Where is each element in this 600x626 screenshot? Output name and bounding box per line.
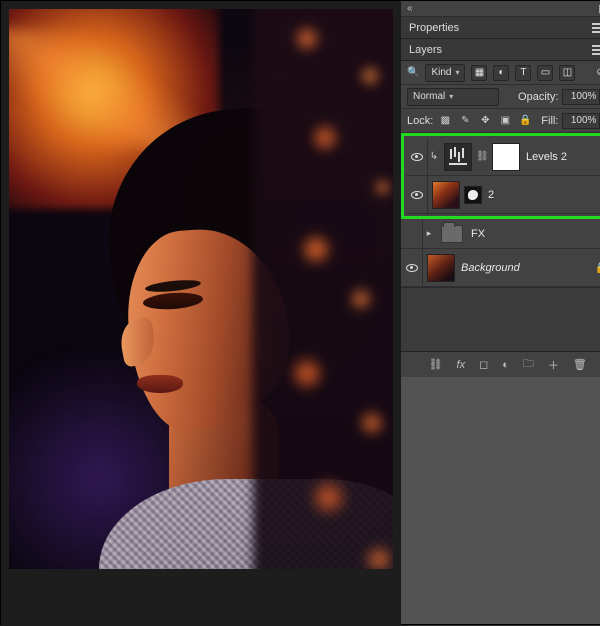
eye-icon (411, 191, 423, 199)
panel-tabbar: « ▤ (401, 1, 600, 17)
chevron-down-icon: ▾ (449, 92, 453, 101)
layer-name-label[interactable]: Levels 2 (526, 151, 567, 163)
add-mask-icon[interactable]: ◻ (479, 358, 488, 371)
layer-row-fx-group[interactable]: ▸ FX (401, 219, 600, 249)
lock-position-icon[interactable]: ✥ (477, 113, 493, 129)
folder-icon (441, 225, 463, 243)
clip-indicator-icon: ↳ (428, 149, 440, 165)
layer-visibility-toggle[interactable] (406, 176, 428, 213)
blend-row: Normal ▾ Opacity: 100% ▾ (401, 85, 600, 109)
lock-artboard-icon[interactable]: ▣ (497, 113, 513, 129)
lock-transparency-icon[interactable]: ▩ (437, 113, 453, 129)
layer-name-label[interactable]: Background (461, 262, 520, 274)
new-adjustment-icon[interactable]: ◐ (502, 359, 509, 371)
layer-filter-kind-select[interactable]: Kind ▾ (425, 64, 465, 82)
document-canvas[interactable] (9, 9, 393, 569)
group-disclosure-icon[interactable]: ▸ (423, 228, 435, 239)
eye-icon (411, 153, 423, 161)
fill-label: Fill: (541, 115, 558, 127)
chevron-down-icon: ▾ (455, 68, 459, 77)
layer-row-2[interactable]: 2 (406, 176, 600, 214)
layer-effects-icon[interactable]: fx (457, 359, 466, 371)
layer-filter-row: 🔍 Kind ▾ ▦ ◐ T ▭ ◫ ⊘ (401, 61, 600, 85)
layers-footer: ⛓ fx ◻ ◐ 🗀 ＋ 🗑 (401, 351, 600, 377)
layers-panel-header[interactable]: Layers (401, 39, 600, 61)
filter-type-icon[interactable]: T (515, 65, 531, 81)
eye-icon (406, 264, 418, 272)
filter-smartobject-icon[interactable]: ◫ (559, 65, 575, 81)
link-mask-icon[interactable]: ⛓ (476, 151, 488, 162)
delete-layer-icon[interactable]: 🗑 (573, 358, 587, 371)
opacity-label: Opacity: (518, 91, 558, 103)
layers-panel-title: Layers (409, 44, 442, 56)
layer-visibility-toggle[interactable] (406, 138, 428, 175)
layer-visibility-toggle[interactable] (401, 219, 423, 248)
blend-mode-select[interactable]: Normal ▾ (407, 88, 499, 106)
layer-thumb[interactable] (427, 254, 455, 282)
opacity-input[interactable]: 100% (562, 89, 600, 105)
panel-dock: « ▤ Properties Layers 🔍 Kind ▾ ▦ ◐ T ▭ ◫… (401, 1, 600, 624)
layer-name-label[interactable]: 2 (488, 189, 494, 201)
new-group-icon[interactable]: 🗀 (523, 355, 534, 374)
filter-search-icon: 🔍 (407, 67, 419, 78)
collapse-panel-icon[interactable]: « (407, 3, 413, 14)
blend-mode-value: Normal (413, 91, 445, 102)
layers-empty-area[interactable] (401, 287, 600, 351)
document-viewport[interactable] (1, 1, 401, 626)
properties-panel-header[interactable]: Properties (401, 17, 600, 39)
layer-row-levels2[interactable]: ↳ ⛓ Levels 2 (406, 138, 600, 176)
dock-empty-area (401, 377, 600, 624)
lock-all-icon[interactable]: 🔒 (517, 113, 533, 129)
layer-thumb[interactable] (432, 181, 460, 209)
layers-list[interactable]: ↳ ⛓ Levels 2 2 ▸ FX Background 🔒 (401, 133, 600, 351)
adjustment-thumb-icon[interactable] (444, 143, 472, 171)
layer-row-background[interactable]: Background 🔒 (401, 249, 600, 287)
tutorial-highlight: ↳ ⛓ Levels 2 2 (401, 133, 600, 219)
fill-input[interactable]: 100% (562, 113, 600, 129)
lock-row: Lock: ▩ ✎ ✥ ▣ 🔒 Fill: 100% ▾ (401, 109, 600, 133)
layers-panel-menu-icon[interactable] (592, 45, 600, 55)
filter-shape-icon[interactable]: ▭ (537, 65, 553, 81)
lock-pixels-icon[interactable]: ✎ (457, 113, 473, 129)
link-layers-icon[interactable]: ⛓ (429, 358, 443, 371)
filter-toggle-switch[interactable]: ⊘ (592, 65, 600, 81)
lock-label: Lock: (407, 115, 433, 127)
layer-filter-kind-label: Kind (431, 67, 451, 78)
new-layer-icon[interactable]: ＋ (548, 357, 559, 373)
filter-pixel-icon[interactable]: ▦ (471, 65, 487, 81)
artwork-flowers (253, 9, 393, 569)
artwork-lips (137, 375, 183, 393)
properties-panel-title: Properties (409, 22, 459, 34)
layer-visibility-toggle[interactable] (401, 249, 423, 286)
properties-panel-menu-icon[interactable] (592, 23, 600, 33)
layer-mask-thumb[interactable] (492, 143, 520, 171)
layer-mask-thumb[interactable] (464, 186, 482, 204)
filter-adjustment-icon[interactable]: ◐ (493, 65, 509, 81)
layer-name-label[interactable]: FX (471, 228, 485, 240)
layer-locked-icon[interactable]: 🔒 (595, 261, 600, 274)
